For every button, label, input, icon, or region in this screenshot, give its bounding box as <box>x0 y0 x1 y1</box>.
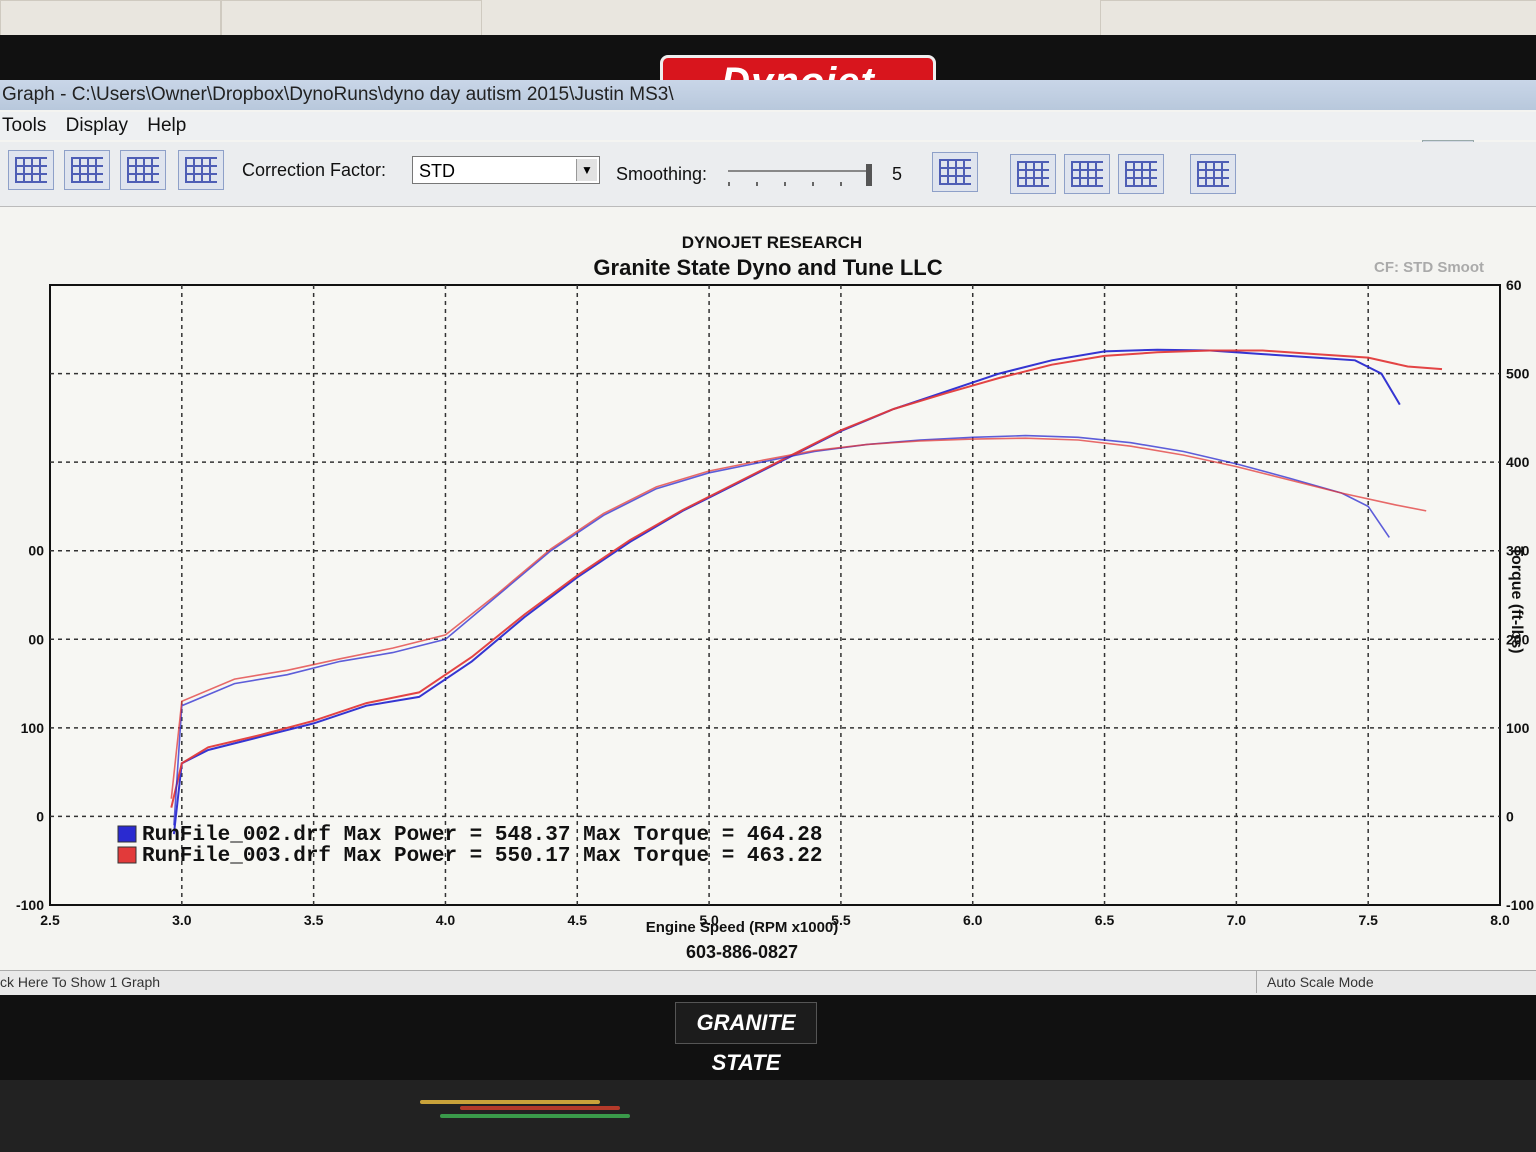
x-tick-label: 3.5 <box>304 912 324 928</box>
y-right-tick-label: 0 <box>1506 808 1514 824</box>
x-tick-label: 2.5 <box>40 912 60 928</box>
x-axis-label: Engine Speed (RPM x1000) <box>646 919 839 936</box>
x-tick-label: 6.5 <box>1095 912 1115 928</box>
x-tick-label: 7.0 <box>1227 912 1247 928</box>
legend-swatch-run1 <box>117 825 137 843</box>
phone-number: 603-886-0827 <box>686 942 798 962</box>
monitor-screen: Graph - C:\Users\Owner\Dropbox\DynoRuns\… <box>0 80 1536 995</box>
legend-swatch-run2 <box>117 846 137 864</box>
chart-title: Granite State Dyno and Tune LLC <box>593 255 942 280</box>
legend: RunFile_002.drf Max Power = 548.37 Max T… <box>117 824 823 868</box>
x-tick-label: 8.0 <box>1490 912 1510 928</box>
green-cable <box>440 1114 630 1118</box>
y-right-tick-label: 400 <box>1506 454 1530 470</box>
y-left-tick-label: -100 <box>16 897 44 913</box>
status-right: Auto Scale Mode <box>1256 971 1374 993</box>
correction-note: CF: STD Smoot <box>1374 259 1484 276</box>
granite-state-logo: GRANITE STATE <box>675 1002 817 1075</box>
y-right-label: Torque (ft-lbs) <box>1508 546 1525 653</box>
y-right-tick-label: 60 <box>1506 277 1522 293</box>
yellow-cable <box>420 1100 600 1104</box>
y-left-tick-label: 100 <box>21 720 45 736</box>
x-tick-label: 3.0 <box>172 912 192 928</box>
red-cable <box>460 1106 620 1110</box>
y-left-tick-label: 0 <box>36 808 44 824</box>
y-right-tick-label: 500 <box>1506 366 1530 382</box>
y-right-tick-label: 100 <box>1506 720 1530 736</box>
y-right-tick-label: -100 <box>1506 897 1534 913</box>
x-tick-label: 6.0 <box>963 912 983 928</box>
plot-area <box>49 284 1501 906</box>
status-left[interactable]: ck Here To Show 1 Graph <box>0 974 160 990</box>
y-left-tick-label: 00 <box>28 631 44 647</box>
legend-run2: RunFile_003.drf Max Power = 550.17 Max T… <box>142 845 823 868</box>
y-left-ticks: -100 0 100 00 00 <box>16 543 44 913</box>
y-left-tick-label: 00 <box>28 543 44 559</box>
chart-supertitle: DYNOJET RESEARCH <box>682 233 862 252</box>
x-tick-label: 4.0 <box>436 912 456 928</box>
status-bar: ck Here To Show 1 Graph Auto Scale Mode <box>0 970 1536 995</box>
dyno-chart: DYNOJET RESEARCH Granite State Dyno and … <box>16 233 1534 962</box>
x-tick-label: 7.5 <box>1358 912 1378 928</box>
x-tick-label: 4.5 <box>568 912 588 928</box>
legend-run1: RunFile_002.drf Max Power = 548.37 Max T… <box>142 824 823 847</box>
cables-area <box>0 1080 1536 1152</box>
